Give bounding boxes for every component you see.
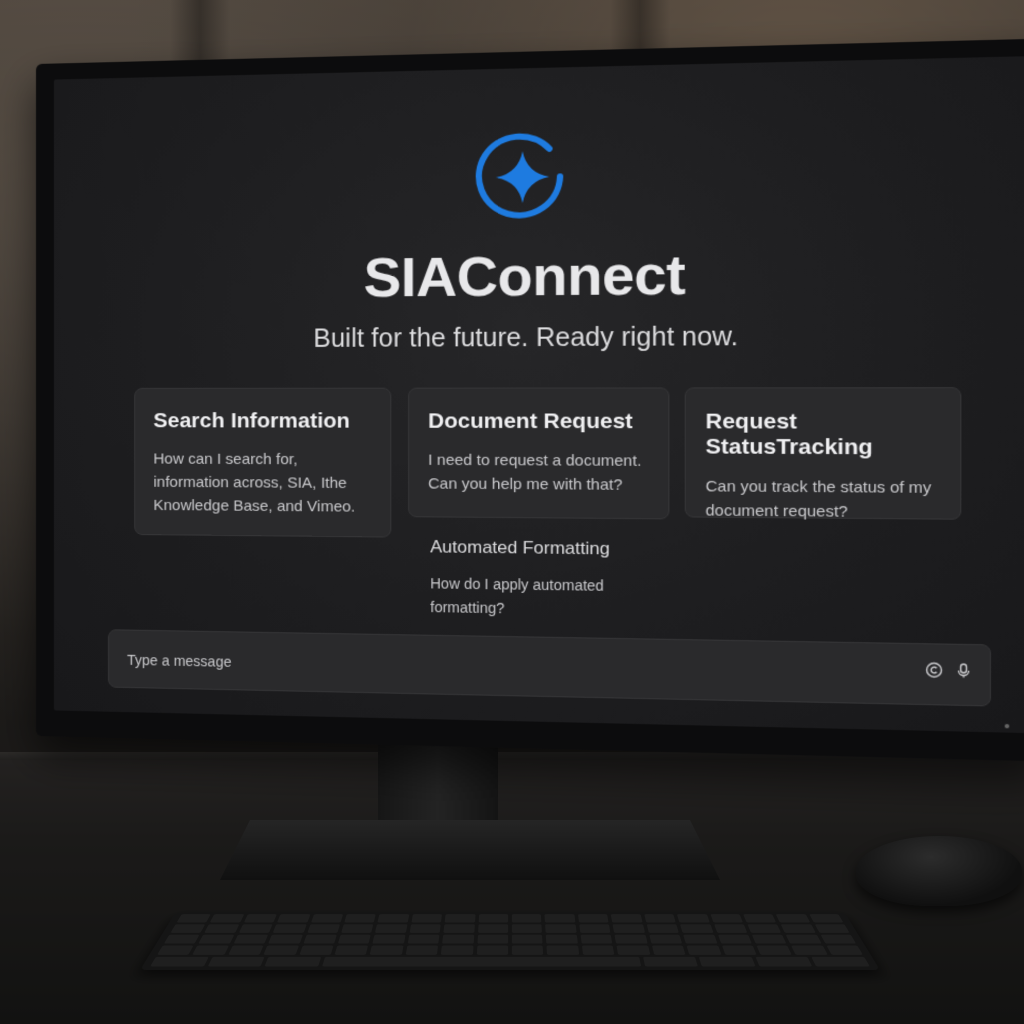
monitor: SIAConnect Built for the future. Ready r… xyxy=(36,39,1024,762)
sparkle-ring-icon xyxy=(475,130,571,225)
keyboard xyxy=(140,912,880,970)
suggestion-title: Request StatusTracking xyxy=(706,409,940,460)
app-title: SIAConnect xyxy=(54,239,1024,312)
message-composer xyxy=(108,629,991,706)
suggestion-body: How do I apply automated formatting? xyxy=(430,572,655,623)
suggestion-title: Automated Formatting xyxy=(430,537,655,560)
tagline: Built for the future. Ready right now. xyxy=(54,321,1024,355)
suggestion-card-search-information[interactable]: Search Information How can I search for,… xyxy=(134,388,391,538)
scene: SIAConnect Built for the future. Ready r… xyxy=(0,0,1024,1024)
suggestion-body: I need to request a document. Can you he… xyxy=(428,448,649,497)
mouse xyxy=(856,836,1022,906)
suggestion-body: Can you track the status of my document … xyxy=(706,475,940,525)
suggestion-card-automated-formatting[interactable]: Automated Formatting How do I apply auto… xyxy=(414,523,671,630)
power-led xyxy=(1005,724,1010,728)
suggestion-title: Document Request xyxy=(428,409,649,434)
suggestion-body: How can I search for, information across… xyxy=(153,447,371,519)
message-input[interactable] xyxy=(125,645,874,691)
mic-icon[interactable] xyxy=(953,662,973,682)
copyright-icon[interactable] xyxy=(924,661,944,681)
app-screen: SIAConnect Built for the future. Ready r… xyxy=(54,56,1024,733)
suggestion-card-document-request[interactable]: Document Request I need to request a doc… xyxy=(408,387,669,519)
monitor-stand-base xyxy=(220,820,720,880)
suggestion-title: Search Information xyxy=(153,409,371,434)
suggestion-card-request-status-tracking[interactable]: Request StatusTracking Can you track the… xyxy=(685,387,962,520)
